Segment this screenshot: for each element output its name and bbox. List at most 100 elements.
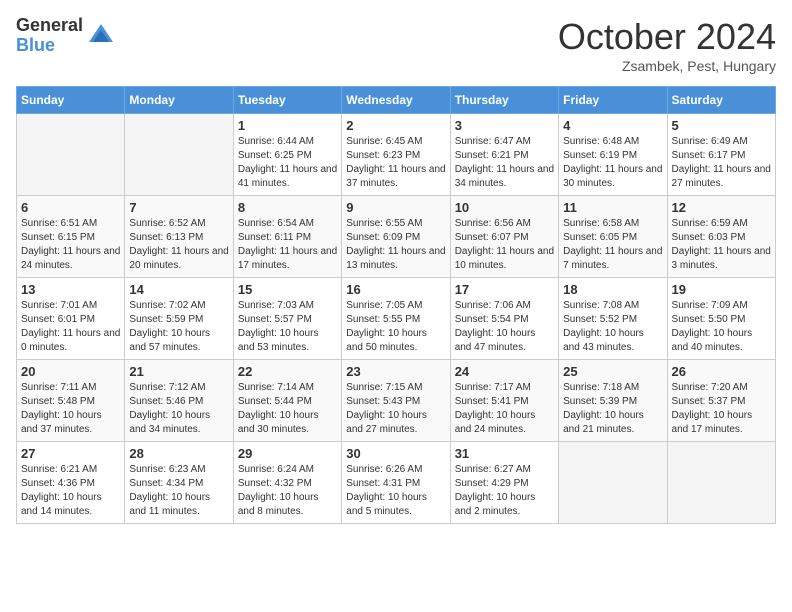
location-subtitle: Zsambek, Pest, Hungary — [558, 58, 776, 74]
calendar-cell — [17, 114, 125, 196]
day-info: Sunrise: 7:17 AM Sunset: 5:41 PM Dayligh… — [455, 381, 554, 437]
day-info: Sunrise: 7:15 AM Sunset: 5:43 PM Dayligh… — [346, 381, 445, 437]
calendar-cell: 8 Sunrise: 6:54 AM Sunset: 6:11 PM Daylig… — [233, 196, 341, 278]
calendar-cell: 16 Sunrise: 7:05 AM Sunset: 5:55 PM Dayli… — [342, 278, 450, 360]
calendar-cell: 2 Sunrise: 6:45 AM Sunset: 6:23 PM Daylig… — [342, 114, 450, 196]
calendar-cell: 30 Sunrise: 6:26 AM Sunset: 4:31 PM Dayli… — [342, 442, 450, 524]
day-info: Sunrise: 7:01 AM Sunset: 6:01 PM Dayligh… — [21, 299, 120, 355]
col-header-wednesday: Wednesday — [342, 87, 450, 114]
calendar-cell — [667, 442, 775, 524]
day-number: 10 — [455, 200, 554, 215]
day-number: 20 — [21, 364, 120, 379]
day-number: 7 — [129, 200, 228, 215]
day-info: Sunrise: 6:59 AM Sunset: 6:03 PM Dayligh… — [672, 217, 771, 273]
day-info: Sunrise: 6:58 AM Sunset: 6:05 PM Dayligh… — [563, 217, 662, 273]
day-number: 15 — [238, 282, 337, 297]
calendar-table: SundayMondayTuesdayWednesdayThursdayFrid… — [16, 86, 776, 524]
day-info: Sunrise: 7:03 AM Sunset: 5:57 PM Dayligh… — [238, 299, 337, 355]
day-number: 14 — [129, 282, 228, 297]
calendar-cell: 3 Sunrise: 6:47 AM Sunset: 6:21 PM Daylig… — [450, 114, 558, 196]
day-number: 5 — [672, 118, 771, 133]
day-number: 26 — [672, 364, 771, 379]
day-info: Sunrise: 6:48 AM Sunset: 6:19 PM Dayligh… — [563, 135, 662, 191]
day-info: Sunrise: 6:56 AM Sunset: 6:07 PM Dayligh… — [455, 217, 554, 273]
calendar-cell: 25 Sunrise: 7:18 AM Sunset: 5:39 PM Dayli… — [559, 360, 667, 442]
calendar-cell: 13Sunrise: 7:01 AM Sunset: 6:01 PM Dayli… — [17, 278, 125, 360]
day-number: 11 — [563, 200, 662, 215]
day-number: 22 — [238, 364, 337, 379]
calendar-cell: 24Sunrise: 7:17 AM Sunset: 5:41 PM Dayli… — [450, 360, 558, 442]
col-header-monday: Monday — [125, 87, 233, 114]
calendar-cell: 22 Sunrise: 7:14 AM Sunset: 5:44 PM Dayli… — [233, 360, 341, 442]
calendar-header-row: SundayMondayTuesdayWednesdayThursdayFrid… — [17, 87, 776, 114]
calendar-cell: 11 Sunrise: 6:58 AM Sunset: 6:05 PM Dayli… — [559, 196, 667, 278]
day-number: 2 — [346, 118, 445, 133]
day-info: Sunrise: 6:24 AM Sunset: 4:32 PM Dayligh… — [238, 463, 337, 519]
day-info: Sunrise: 6:26 AM Sunset: 4:31 PM Dayligh… — [346, 463, 445, 519]
calendar-week-row: 20 Sunrise: 7:11 AM Sunset: 5:48 PM Dayli… — [17, 360, 776, 442]
col-header-tuesday: Tuesday — [233, 87, 341, 114]
calendar-cell: 26Sunrise: 7:20 AM Sunset: 5:37 PM Dayli… — [667, 360, 775, 442]
month-title: October 2024 — [558, 16, 776, 58]
calendar-cell: 27Sunrise: 6:21 AM Sunset: 4:36 PM Dayli… — [17, 442, 125, 524]
day-info: Sunrise: 6:27 AM Sunset: 4:29 PM Dayligh… — [455, 463, 554, 519]
day-info: Sunrise: 7:02 AM Sunset: 5:59 PM Dayligh… — [129, 299, 228, 355]
day-info: Sunrise: 7:08 AM Sunset: 5:52 PM Dayligh… — [563, 299, 662, 355]
calendar-cell: 4 Sunrise: 6:48 AM Sunset: 6:19 PM Daylig… — [559, 114, 667, 196]
calendar-cell: 14 Sunrise: 7:02 AM Sunset: 5:59 PM Dayli… — [125, 278, 233, 360]
day-info: Sunrise: 6:55 AM Sunset: 6:09 PM Dayligh… — [346, 217, 445, 273]
day-number: 19 — [672, 282, 771, 297]
logo: General Blue — [16, 16, 115, 56]
day-number: 18 — [563, 282, 662, 297]
day-info: Sunrise: 6:54 AM Sunset: 6:11 PM Dayligh… — [238, 217, 337, 273]
col-header-sunday: Sunday — [17, 87, 125, 114]
day-info: Sunrise: 6:23 AM Sunset: 4:34 PM Dayligh… — [129, 463, 228, 519]
day-info: Sunrise: 6:47 AM Sunset: 6:21 PM Dayligh… — [455, 135, 554, 191]
day-info: Sunrise: 6:45 AM Sunset: 6:23 PM Dayligh… — [346, 135, 445, 191]
calendar-cell — [559, 442, 667, 524]
calendar-week-row: 27Sunrise: 6:21 AM Sunset: 4:36 PM Dayli… — [17, 442, 776, 524]
day-info: Sunrise: 7:05 AM Sunset: 5:55 PM Dayligh… — [346, 299, 445, 355]
col-header-saturday: Saturday — [667, 87, 775, 114]
day-info: Sunrise: 6:44 AM Sunset: 6:25 PM Dayligh… — [238, 135, 337, 191]
logo-general-text: General — [16, 16, 83, 36]
day-number: 3 — [455, 118, 554, 133]
day-number: 25 — [563, 364, 662, 379]
calendar-cell: 10 Sunrise: 6:56 AM Sunset: 6:07 PM Dayli… — [450, 196, 558, 278]
day-number: 16 — [346, 282, 445, 297]
calendar-cell: 12 Sunrise: 6:59 AM Sunset: 6:03 PM Dayli… — [667, 196, 775, 278]
calendar-cell: 17 Sunrise: 7:06 AM Sunset: 5:54 PM Dayli… — [450, 278, 558, 360]
day-info: Sunrise: 7:11 AM Sunset: 5:48 PM Dayligh… — [21, 381, 120, 437]
calendar-week-row: 6 Sunrise: 6:51 AM Sunset: 6:15 PM Daylig… — [17, 196, 776, 278]
day-number: 17 — [455, 282, 554, 297]
calendar-cell: 15 Sunrise: 7:03 AM Sunset: 5:57 PM Dayli… — [233, 278, 341, 360]
calendar-cell — [125, 114, 233, 196]
day-info: Sunrise: 6:52 AM Sunset: 6:13 PM Dayligh… — [129, 217, 228, 273]
day-number: 28 — [129, 446, 228, 461]
calendar-cell: 9Sunrise: 6:55 AM Sunset: 6:09 PM Daylig… — [342, 196, 450, 278]
page-header: General Blue October 2024 Zsambek, Pest,… — [16, 16, 776, 74]
calendar-cell: 23Sunrise: 7:15 AM Sunset: 5:43 PM Dayli… — [342, 360, 450, 442]
calendar-cell: 5Sunrise: 6:49 AM Sunset: 6:17 PM Daylig… — [667, 114, 775, 196]
day-info: Sunrise: 7:06 AM Sunset: 5:54 PM Dayligh… — [455, 299, 554, 355]
day-info: Sunrise: 6:51 AM Sunset: 6:15 PM Dayligh… — [21, 217, 120, 273]
day-number: 31 — [455, 446, 554, 461]
day-number: 30 — [346, 446, 445, 461]
day-number: 6 — [21, 200, 120, 215]
calendar-cell: 6 Sunrise: 6:51 AM Sunset: 6:15 PM Daylig… — [17, 196, 125, 278]
calendar-cell: 28 Sunrise: 6:23 AM Sunset: 4:34 PM Dayli… — [125, 442, 233, 524]
day-number: 27 — [21, 446, 120, 461]
day-info: Sunrise: 7:14 AM Sunset: 5:44 PM Dayligh… — [238, 381, 337, 437]
col-header-friday: Friday — [559, 87, 667, 114]
calendar-cell: 20 Sunrise: 7:11 AM Sunset: 5:48 PM Dayli… — [17, 360, 125, 442]
day-number: 12 — [672, 200, 771, 215]
day-number: 4 — [563, 118, 662, 133]
calendar-week-row: 13Sunrise: 7:01 AM Sunset: 6:01 PM Dayli… — [17, 278, 776, 360]
calendar-cell: 31 Sunrise: 6:27 AM Sunset: 4:29 PM Dayli… — [450, 442, 558, 524]
title-block: October 2024 Zsambek, Pest, Hungary — [558, 16, 776, 74]
day-info: Sunrise: 7:09 AM Sunset: 5:50 PM Dayligh… — [672, 299, 771, 355]
day-info: Sunrise: 7:18 AM Sunset: 5:39 PM Dayligh… — [563, 381, 662, 437]
day-number: 8 — [238, 200, 337, 215]
logo-icon — [87, 22, 115, 50]
calendar-cell: 21Sunrise: 7:12 AM Sunset: 5:46 PM Dayli… — [125, 360, 233, 442]
